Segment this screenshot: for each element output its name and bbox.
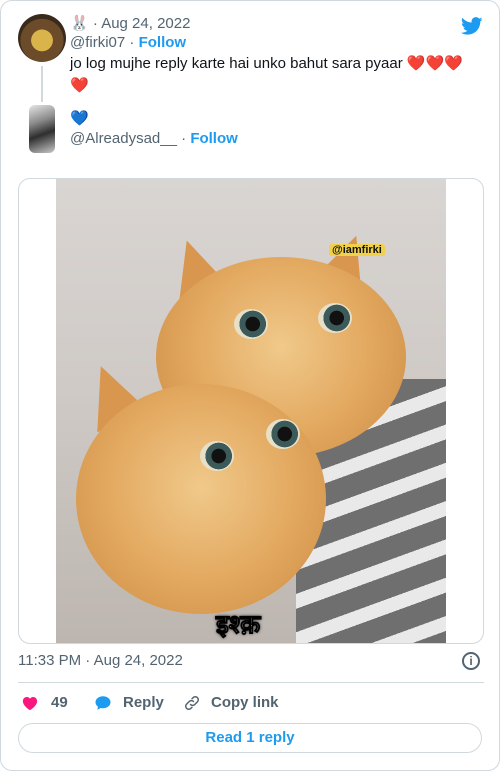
author-handle[interactable]: @firki07 [70, 34, 125, 51]
cat-eye [234, 309, 268, 339]
follow-author-button[interactable]: Follow [139, 34, 187, 51]
tweet-text: jo log mujhe reply karte hai unko bahut … [70, 53, 480, 97]
tweet-card: 🐰 · Aug 24, 2022 @firki07 · Follow jo lo… [0, 0, 500, 771]
cat-eye [318, 303, 352, 333]
read-replies-button[interactable]: Read 1 reply [18, 723, 482, 753]
reply-emoji-row: 💙 [70, 109, 89, 129]
tweet-timestamp[interactable]: 11:33 PM · Aug 24, 2022 [18, 652, 183, 669]
reply-button[interactable]: Reply [93, 693, 164, 713]
like-button[interactable]: 49 [21, 693, 68, 713]
front-cat [76, 384, 326, 614]
copy-link-label: Copy link [211, 694, 279, 711]
separator-dot: · [92, 15, 102, 32]
copy-link-button[interactable]: Copy link [183, 693, 279, 713]
author-emoji: 🐰 [70, 15, 89, 32]
author-header: 🐰 · Aug 24, 2022 [70, 14, 190, 34]
tweet-date[interactable]: Aug 24, 2022 [101, 15, 190, 32]
tweet-text-body: jo log mujhe reply karte hai unko bahut … [70, 55, 403, 72]
info-icon[interactable]: i [462, 652, 480, 670]
heart-icon [22, 697, 38, 711]
link-icon [184, 695, 200, 711]
reply-label: Reply [123, 694, 164, 711]
cat-eye [200, 441, 234, 471]
tweet-media[interactable]: @iamfirki इश्क़ [18, 178, 484, 644]
hearts-emoji-line2: ❤️ [70, 77, 89, 94]
reply-handle-row: @Alreadysad__ · Follow [70, 129, 238, 149]
reply-bubble-icon [95, 696, 111, 710]
separator-dot: · [129, 34, 139, 51]
watermark: @iamfirki [329, 244, 385, 256]
hearts-emoji: ❤️❤️❤️ [406, 55, 463, 72]
divider [18, 682, 484, 683]
reply-avatar[interactable] [29, 105, 55, 153]
like-count: 49 [51, 694, 68, 711]
twitter-bird-icon[interactable] [459, 15, 485, 37]
thread-line [41, 66, 43, 102]
separator-dot: · [181, 130, 191, 147]
cat-eye [266, 419, 300, 449]
follow-reply-button[interactable]: Follow [190, 130, 238, 147]
image-caption: इश्क़ [215, 609, 261, 640]
author-avatar[interactable] [18, 14, 66, 62]
reply-emoji: 💙 [70, 110, 89, 127]
reply-handle[interactable]: @Alreadysad__ [70, 130, 177, 147]
cats-photo: @iamfirki इश्क़ [56, 179, 446, 643]
author-handle-row: @firki07 · Follow [70, 33, 186, 53]
